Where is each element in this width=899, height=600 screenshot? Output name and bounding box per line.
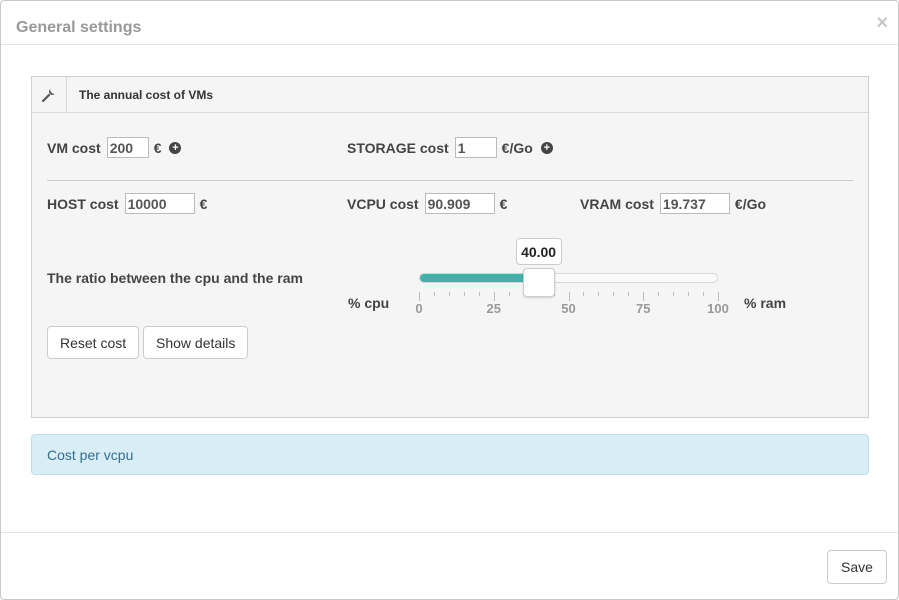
modal-header: General settings × (1, 1, 898, 45)
slider-tick (613, 292, 615, 296)
host-cost-unit: € (199, 195, 208, 212)
storage-cost-row: STORAGE cost €/Go + (347, 137, 553, 158)
slider-tick (508, 292, 510, 296)
slider-tick (448, 292, 450, 296)
vram-cost-unit: €/Go (734, 195, 767, 212)
vcpu-cost-unit: € (499, 195, 508, 212)
ratio-slider-fill (420, 274, 540, 282)
vcpu-cost-row: VCPU cost € (347, 193, 507, 214)
slider-tick (628, 292, 630, 296)
divider (47, 180, 853, 181)
slider-tick-label: 0 (415, 301, 423, 316)
vram-cost-input[interactable] (659, 193, 730, 214)
ratio-slider-handle[interactable] (522, 268, 555, 297)
slider-tick (688, 292, 690, 296)
panel-title: The annual cost of VMs (79, 88, 214, 102)
slider-tick-label: 100 (707, 301, 729, 316)
vcpu-cost-label: VCPU cost (347, 195, 419, 212)
slider-tick (658, 292, 660, 296)
storage-cost-input[interactable] (454, 137, 497, 158)
show-details-button[interactable]: Show details (143, 326, 249, 359)
slider-tick (478, 292, 480, 296)
vram-cost-row: VRAM cost €/Go (580, 193, 766, 214)
slider-tick (493, 292, 495, 301)
storage-cost-label: STORAGE cost (347, 139, 449, 156)
annual-cost-panel: The annual cost of VMs VM cost € + STORA… (31, 76, 869, 418)
slider-tick (433, 292, 435, 296)
panel-heading: The annual cost of VMs (32, 77, 868, 113)
settings-modal: General settings × The annual cost of VM… (0, 0, 899, 600)
storage-cost-unit: €/Go (501, 139, 533, 156)
reset-cost-button[interactable]: Reset cost (47, 326, 140, 359)
slider-tick (463, 292, 465, 296)
save-button[interactable]: Save (827, 550, 887, 584)
host-cost-row: HOST cost € (47, 193, 207, 214)
vcpu-cost-input[interactable] (424, 193, 495, 214)
slider-tick (598, 292, 600, 296)
slider-tick (718, 292, 719, 301)
ratio-label: The ratio between the cpu and the ram (47, 270, 303, 286)
vm-cost-input[interactable] (106, 137, 149, 158)
add-vm-cost-icon[interactable]: + (169, 141, 182, 154)
slider-tick (419, 292, 420, 301)
slider-tick (643, 292, 645, 301)
vram-cost-label: VRAM cost (580, 195, 654, 212)
cpu-percent-label: % cpu (348, 295, 390, 311)
add-storage-cost-icon[interactable]: + (540, 141, 553, 154)
modal-title: General settings (16, 19, 142, 36)
slider-tick (703, 292, 705, 296)
ram-percent-label: % ram (744, 295, 787, 311)
ratio-slider-track[interactable] (419, 273, 718, 283)
host-cost-input[interactable] (124, 193, 195, 214)
slider-tick-label: 50 (561, 301, 576, 316)
vm-cost-unit: € (153, 139, 162, 156)
slider-tick (568, 292, 570, 301)
cost-per-vcpu-alert: Cost per vcpu (31, 434, 869, 475)
slider-tick-label: 25 (486, 301, 501, 316)
host-cost-label: HOST cost (47, 195, 119, 212)
slider-tick (673, 292, 675, 296)
ratio-value-tooltip: 40.00 (515, 238, 562, 265)
vm-cost-row: VM cost € + (47, 137, 182, 158)
slider-tick (583, 292, 585, 296)
slider-tick-label: 75 (636, 301, 651, 316)
modal-footer (1, 532, 898, 600)
close-icon[interactable]: × (876, 13, 888, 33)
vm-cost-label: VM cost (47, 139, 101, 156)
wrench-icon (32, 77, 67, 112)
